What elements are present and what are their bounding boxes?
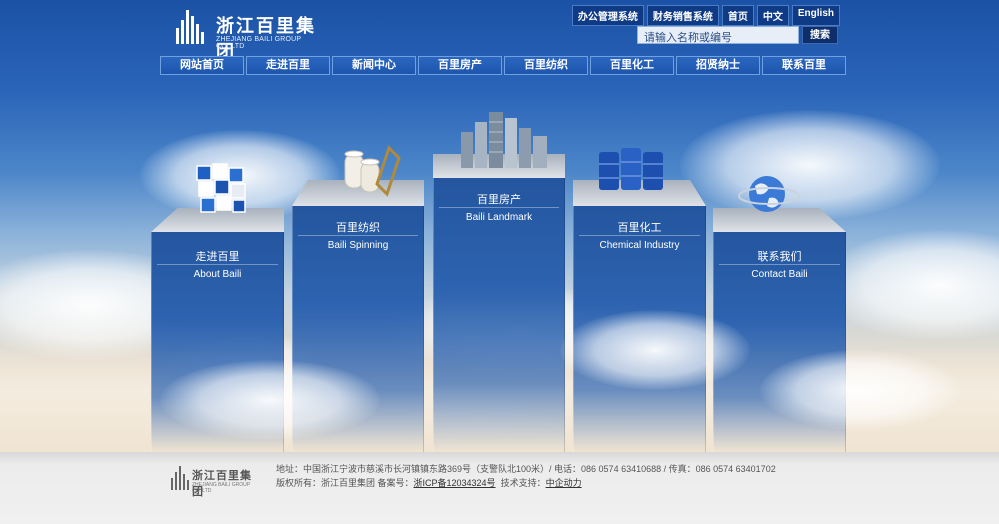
search-button[interactable]: 搜索 [802,26,838,44]
skyline-logo-icon [171,466,189,490]
footer-logo-subtitle: ZHEJIANG BAILI GROUP CO.,LTD [192,482,250,494]
nav-contact[interactable]: 联系百里 [762,56,846,75]
nav-careers[interactable]: 招贤纳士 [676,56,760,75]
buildings-icon [461,112,547,168]
footer-logo: 浙江百里集团 ZHEJIANG BAILI GROUP CO.,LTD [170,464,262,498]
cloud [760,350,960,430]
pillar-title-en: Contact Baili [719,264,840,280]
footer-address: 地址：中国浙江宁波市慈溪市长河镇镇东路369号（支警队北100米）/ 电话：08… [276,464,776,474]
tech-support-link[interactable]: 中企动力 [546,478,582,488]
nav-textile[interactable]: 百里纺织 [504,56,588,75]
office-system-link[interactable]: 办公管理系统 [571,5,644,26]
pillar-title-cn: 百里化工 [617,222,662,234]
top-links: 办公管理系统 财务销售系统 首页 中文 English [571,5,840,26]
site-logo[interactable]: 浙江百里集团 ZHEJIANG BAILI GROUP CO.,LTD [172,6,322,63]
yarn-spools-icon [344,145,401,197]
nav-news[interactable]: 新闻中心 [332,56,416,75]
globe-icon [738,176,800,212]
cloud [160,360,380,440]
pillar-title-en: Baili Landmark [439,207,559,223]
pillar-title-cn: 联系我们 [757,251,802,263]
pillar-title-cn: 百里房产 [477,194,521,206]
english-language-link[interactable]: English [791,5,840,26]
cloud [560,310,750,390]
pillar-title-cn: 百里纺织 [336,222,380,234]
search-input[interactable]: 请输入名称或编号 [637,26,799,44]
barrels-icon [599,148,663,190]
nav-real-estate[interactable]: 百里房产 [418,56,502,75]
footer-copyright: 版权所有：浙江百里集团 备案号：浙ICP备12034324号 技术支持：中企动力 [276,476,582,489]
footer: 浙江百里集团 ZHEJIANG BAILI GROUP CO.,LTD 地址：中… [0,452,999,524]
pillar-title-en: Baili Spinning [298,235,418,251]
main-nav: 网站首页 走进百里 新闻中心 百里房产 百里纺织 百里化工 招贤纳士 联系百里 [160,56,846,75]
chinese-language-link[interactable]: 中文 [756,5,789,26]
nav-about[interactable]: 走进百里 [246,56,330,75]
nav-chemical[interactable]: 百里化工 [590,56,674,75]
pillar-title-cn: 走进百里 [195,251,240,263]
nav-home[interactable]: 网站首页 [160,56,244,75]
skyline-logo-icon [176,10,204,44]
logo-subtitle: ZHEJIANG BAILI GROUP CO.,LTD [216,36,302,50]
cubes-icon [196,163,246,213]
hero-sky: 浙江百里集团 ZHEJIANG BAILI GROUP CO.,LTD 办公管理… [0,0,999,452]
finance-system-link[interactable]: 财务销售系统 [646,5,719,26]
footer-rights-label: 版权所有：浙江百里集团 备案号： [276,478,414,488]
home-link[interactable]: 首页 [721,5,754,26]
pillar-title-en: Chemical Industry [579,235,700,251]
pillar-landmark[interactable]: 百里房产 Baili Landmark [433,112,565,452]
icp-link[interactable]: 浙ICP备12034324号 [414,478,496,488]
pillar-title-en: About Baili [157,264,278,280]
footer-tech-label: 技术支持： [495,478,546,488]
cloud [820,230,999,340]
cloud [680,110,940,220]
